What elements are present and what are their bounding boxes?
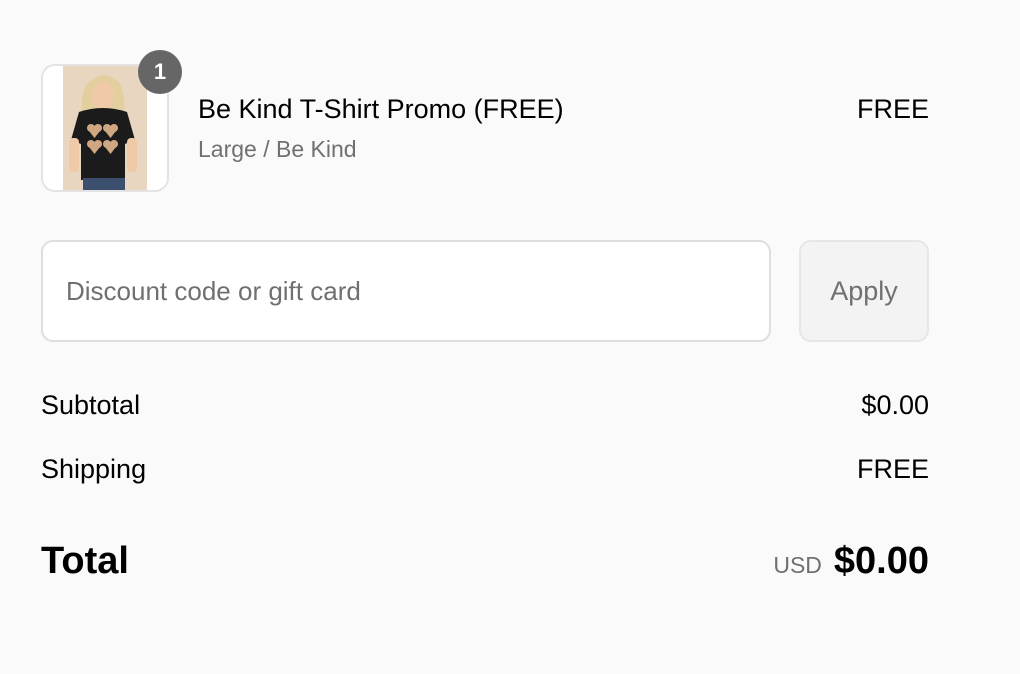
total-amount: $0.00 — [833, 540, 929, 582]
total-label: Total — [41, 540, 129, 582]
order-summary: 1 Be Kind T-Shirt Promo (FREE) Large / B… — [41, 0, 929, 674]
product-thumbnail-wrapper: 1 — [41, 50, 182, 192]
line-item: 1 Be Kind T-Shirt Promo (FREE) Large / B… — [41, 50, 929, 192]
shipping-value: FREE — [856, 454, 929, 484]
apply-discount-button[interactable]: Apply — [799, 240, 929, 342]
product-price: FREE — [856, 94, 929, 124]
product-variant: Large / Be Kind — [198, 136, 357, 162]
currency-code: USD — [773, 552, 822, 578]
subtotal-value: $0.00 — [861, 390, 929, 420]
shipping-label: Shipping — [41, 454, 147, 484]
product-title: Be Kind T-Shirt Promo (FREE) — [198, 94, 564, 124]
subtotal-label: Subtotal — [41, 390, 141, 420]
total-value: USD $0.00 — [773, 540, 929, 583]
quantity-badge: 1 — [138, 50, 182, 94]
discount-code-input[interactable] — [41, 240, 771, 342]
